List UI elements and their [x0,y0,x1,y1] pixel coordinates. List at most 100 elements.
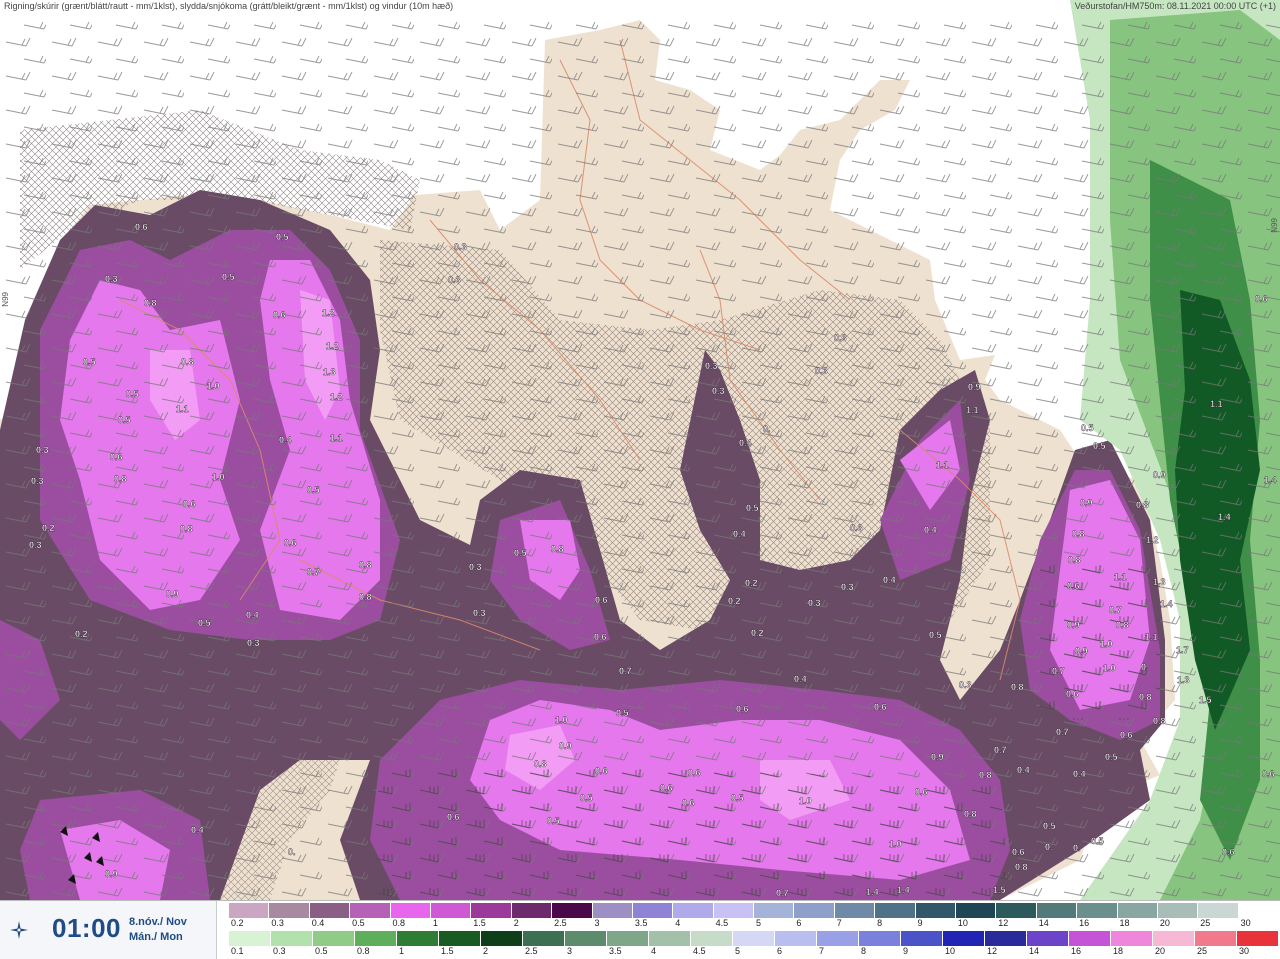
precip-value-label: 1.4 [1160,599,1173,609]
wind-rose-icon[interactable] [8,919,30,941]
rain-swatch [1237,931,1279,946]
precip-value-label: 0.3 [31,476,44,486]
precip-value-label: 0.2 [75,629,88,639]
rain-swatch [733,931,775,946]
rain-swatch [439,931,481,946]
forecast-weekday: Mán./ Mon [129,931,183,943]
precip-value-label: 0.6 [874,702,887,712]
precip-value-label: 0.2 [751,628,764,638]
snow-swatch [269,903,310,918]
precip-value-label: 0.2 [42,523,55,533]
snow-swatch [956,903,997,918]
snow-swatch [1198,903,1239,918]
precip-value-label: 0.4 [739,438,752,448]
rain-swatch [565,931,607,946]
snow-label: 4 [675,918,681,928]
snow-swatch [1036,903,1078,918]
precip-value-label: 1.3 [1153,577,1166,587]
precip-value-label: 0.5 [580,793,593,803]
snow-swatch [1157,903,1199,918]
precip-value-label: 0.8 [964,809,977,819]
snow-label: 6 [796,918,802,928]
snow-swatch [1238,903,1280,918]
precip-value-label: 0.3 [247,638,260,648]
precip-value-label: 0.3 [712,386,725,396]
precip-value-label: 0.6 [1222,847,1235,857]
rain-swatch [1069,931,1111,946]
precip-value-label: 0.5 [276,232,289,242]
snow-label: 0.2 [231,918,244,928]
rain-swatch [1111,931,1153,946]
precip-value-label: 0.2 [745,578,758,588]
precip-value-label: 0.7 [619,666,632,676]
snow-label: 30 [1240,918,1251,928]
precip-value-label: 0.2 [728,596,741,606]
precip-value-label: 1.0 [1103,663,1116,673]
precip-value-label: 0.6 [1067,581,1080,591]
precip-value-label: 0.6 [1120,730,1133,740]
precip-value-label: 0.6 [273,310,286,320]
precip-value-label: 0.4 [1073,769,1086,779]
precip-value-label: 1.3 [323,367,336,377]
precip-value-label: 0.8 [144,298,157,308]
precip-value-label: 0.4 [279,435,292,445]
precip-value-label: 0.8 [534,759,547,769]
precip-value-label: 0.5 [118,415,131,425]
precip-value-label: 0.6 [1255,294,1268,304]
snow-label: 14 [1038,918,1049,928]
snow-label: 8 [877,918,883,928]
precip-value-label: 0.8 [1153,716,1166,726]
snow-swatch [632,903,674,918]
precip-value-label: 1.1 [936,460,949,470]
precip-value-label: 1.4 [897,885,910,895]
rain-label: 8 [861,946,867,956]
precip-value-label: 0.6 [595,595,608,605]
rain-label: 5 [735,946,741,956]
snow-swatch [673,903,714,918]
precip-value-label: 0.6 [1262,769,1275,779]
precip-value-label: 1.0 [1100,639,1113,649]
precip-value-label: 0.5 [198,618,211,628]
snow-swatch [229,903,270,918]
snow-label: 2 [513,918,519,928]
precip-value-label: 0.9 [1153,470,1166,480]
precip-value-label: 0. [288,847,296,857]
precip-value-label: 0.3 [469,562,482,572]
precip-value-label: 0. [763,424,771,434]
rain-label: 20 [1155,946,1166,956]
precip-value-label: 0.5 [83,357,96,367]
snow-label: 25 [1200,918,1211,928]
precip-value-label: 0.5 [547,816,560,826]
rain-swatch [649,931,691,946]
precip-value-label: 0.8 [1116,620,1129,630]
precip-value-label: 1.1 [1145,632,1158,642]
rain-swatch [607,931,649,946]
snow-label: 18 [1119,918,1130,928]
rain-swatch [859,931,901,946]
precip-value-label: 1.2 [322,308,335,318]
precip-value-label: 1.2 [326,341,339,351]
snow-swatch [471,903,512,918]
snow-label: 20 [1159,918,1170,928]
precip-value-label: 1.5 [993,885,1006,895]
snow-label: 12 [998,918,1009,928]
precip-value-label: 1.1 [176,404,189,414]
snow-swatch [430,903,472,918]
precip-value-label: 1.0 [212,472,225,482]
rain-label: 9 [903,946,909,956]
precip-value-label: 0. [1045,842,1053,852]
precip-value-label: 0.5 [1081,423,1094,433]
precip-value-label: 0.3 [454,242,467,252]
precip-value-label: 0.3 [105,274,118,284]
rain-label: 3.5 [609,946,622,956]
precip-value-label: 0.6 [594,632,607,642]
precip-value-label: 0.3 [29,540,42,550]
precip-value-label: 0.8 [979,770,992,780]
rain-label: 3 [567,946,573,956]
rain-swatch [901,931,943,946]
precip-value-label: 0.3 [705,361,718,371]
rain-swatch [775,931,817,946]
precip-value-label: 1.1 [966,405,979,415]
rain-label: 14 [1029,946,1040,956]
precip-value-label: 0.7 [1052,666,1065,676]
